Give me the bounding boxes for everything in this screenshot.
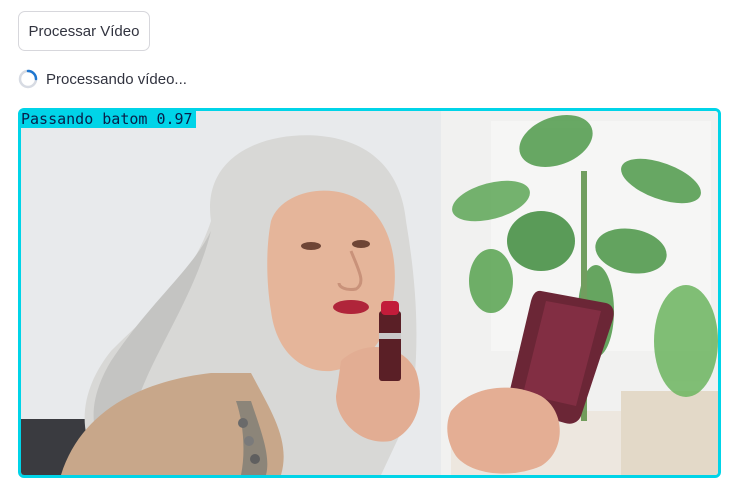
processing-status: Processando vídeo... [18,68,187,90]
process-video-button[interactable]: Processar Vídeo [18,11,150,51]
loading-spinner-icon [18,69,38,89]
detection-label: Passando batom 0.97 [21,111,196,128]
video-frame-image [21,111,718,475]
video-preview: Passando batom 0.97 [18,108,721,478]
processing-status-text: Processando vídeo... [46,70,187,88]
